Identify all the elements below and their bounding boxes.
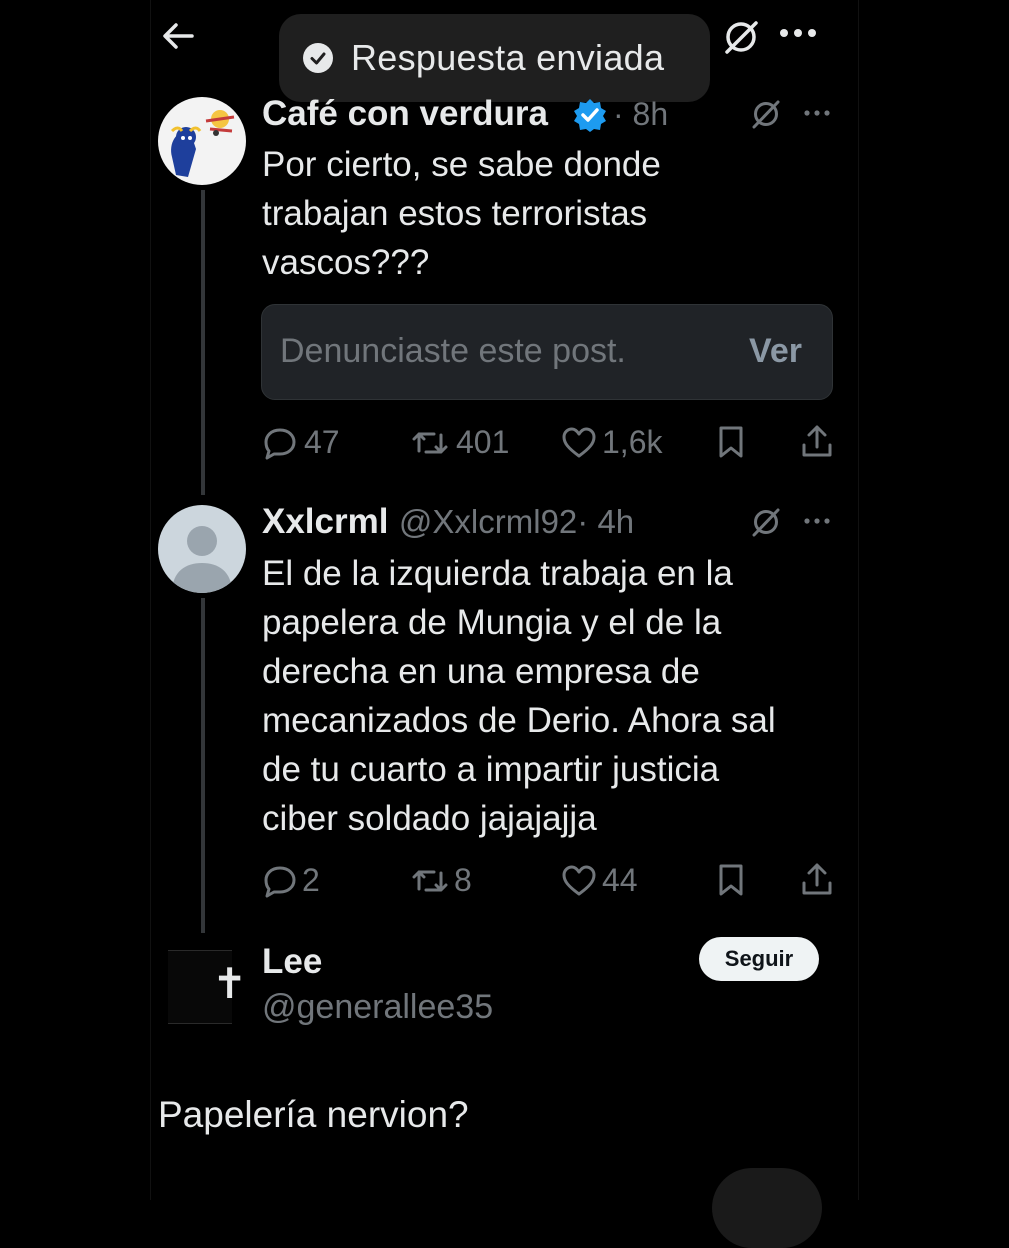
reply-button[interactable]: 2 [262,862,320,899]
display-name[interactable]: Lee [262,942,322,982]
repost-count: 401 [456,424,510,460]
reply-count: 2 [302,862,320,898]
tweet-time[interactable]: · 8h [613,96,668,133]
back-button[interactable] [160,18,196,54]
reply-icon [264,866,296,897]
grok-icon [725,21,758,54]
view-button[interactable]: Ver [749,332,802,371]
cross-symbol: ✝ [212,959,248,1008]
share-icon [802,863,832,895]
bookmark-icon [719,864,743,896]
like-count: 44 [602,862,638,898]
verified-badge-icon [574,99,606,132]
avatar[interactable] [158,505,246,593]
repost-icon [412,432,448,453]
repost-icon [412,870,448,891]
more-icon [780,29,816,37]
back-arrow-icon [163,23,194,49]
toast-text: Respuesta enviada [351,37,665,78]
display-name[interactable]: Xxlcrml [262,502,388,541]
tweet-header: Xxlcrml @Xxlcrml92· 4h [262,502,634,542]
grok-icon [752,508,780,537]
more-icon [804,110,830,116]
thread-line [201,190,205,495]
repost-count: 8 [454,862,472,898]
more-icon [804,518,830,524]
floating-action-button[interactable] [712,1168,822,1248]
like-icon [562,427,596,457]
bookmark-button[interactable] [716,862,746,898]
handle[interactable]: @Xxlcrml92 [399,503,577,540]
avatar[interactable] [158,97,246,185]
toast-notification: Respuesta enviada [279,14,710,102]
repost-button[interactable]: 8 [410,862,472,899]
bookmark-icon [719,426,743,458]
like-icon [562,865,596,895]
display-name[interactable]: Café con verdura [262,94,548,134]
more-options-button[interactable] [803,516,831,526]
reply-count: 47 [304,424,340,460]
share-button[interactable] [800,423,834,459]
repost-button[interactable]: 401 [410,424,509,461]
tweet-text: El de la izquierda trabaja en la papeler… [262,554,776,838]
handle[interactable]: @generallee35 [262,988,493,1027]
reply-button[interactable]: 47 [262,424,340,461]
like-button[interactable]: 1,6k [560,424,662,461]
report-notice: Denunciaste este post. Ver [261,304,833,400]
check-circle-icon [303,43,333,73]
share-button[interactable] [800,861,834,897]
tweet-time[interactable]: · 4h [577,503,634,540]
like-button[interactable]: 44 [560,862,638,899]
grok-button[interactable] [750,98,782,130]
report-notice-text: Denunciaste este post. [280,332,626,370]
share-icon [802,425,832,457]
grok-icon [752,100,780,129]
tweet-text: Por cierto, se sabe donde trabajan estos… [262,145,661,282]
reply-composer-text[interactable]: Papelería nervion? [158,1094,469,1136]
more-options-button[interactable] [803,108,831,118]
bookmark-button[interactable] [716,424,746,460]
like-count: 1,6k [602,424,663,460]
reply-icon [264,428,296,459]
avatar[interactable]: ✝ [168,950,247,1024]
follow-button[interactable]: Seguir [699,937,819,981]
thread-line [201,598,205,933]
more-options-button[interactable] [778,26,818,40]
grok-button[interactable] [722,18,760,56]
grok-button[interactable] [750,506,782,538]
